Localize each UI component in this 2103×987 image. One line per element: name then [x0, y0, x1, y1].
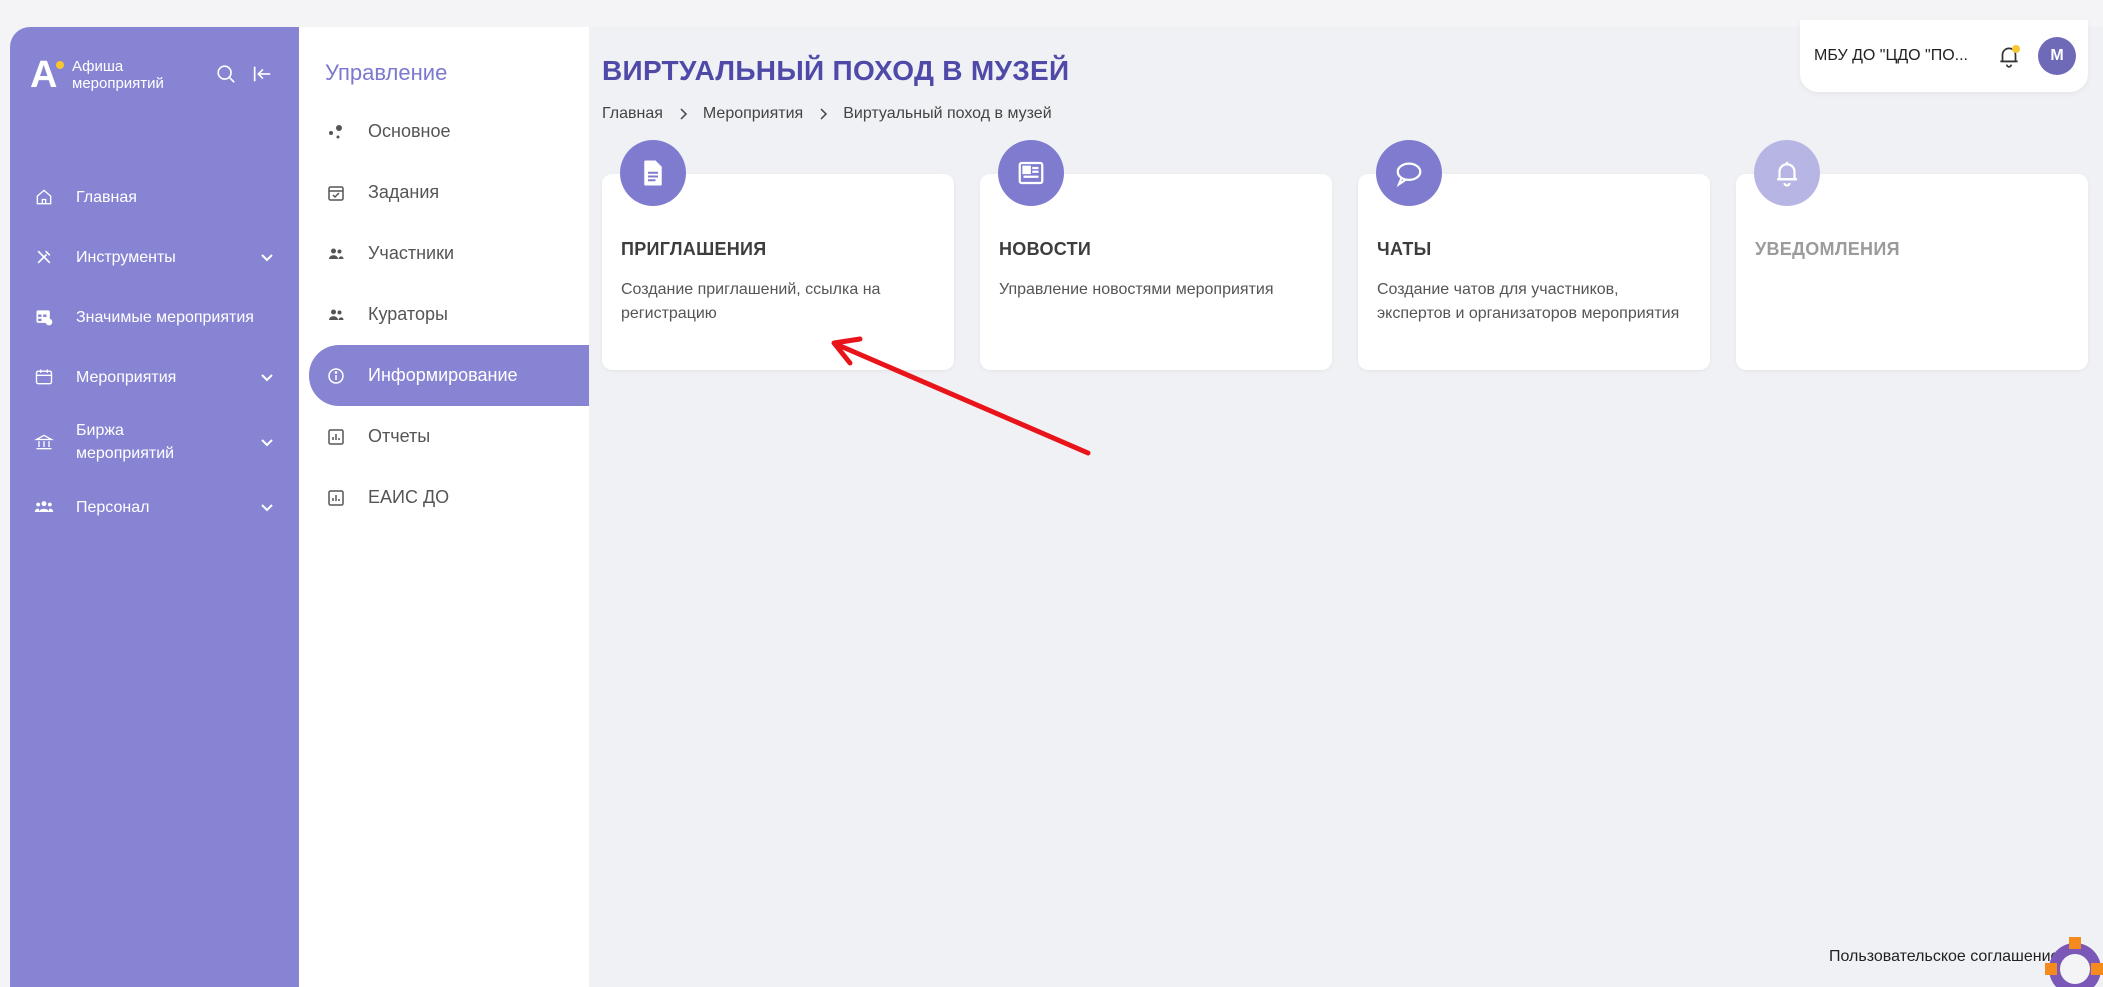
home-icon: [34, 187, 54, 207]
logo-text: Афиша мероприятий: [72, 58, 164, 92]
chart-icon: [327, 489, 345, 507]
breadcrumb-home[interactable]: Главная: [602, 105, 663, 123]
management-sidebar: Управление Основное Задания Участники Ку…: [299, 27, 590, 987]
subnav-title: Управление: [325, 60, 448, 85]
sidebar-item-tools[interactable]: Инструменты: [10, 227, 299, 287]
subnav-item-label: ЕАИС ДО: [368, 487, 450, 507]
search-icon[interactable]: [215, 63, 237, 85]
bell-icon: [1754, 140, 1820, 206]
main-content: ВИРТУАЛЬНЫЙ ПОХОД В МУЗЕЙ Главная Меропр…: [589, 27, 2103, 987]
subnav-item-tasks[interactable]: Задания: [309, 162, 589, 223]
subnav-item-label: Участники: [368, 243, 454, 263]
chart-icon: [327, 428, 345, 446]
chevron-down-icon: [261, 254, 273, 262]
sidebar-tools: [215, 63, 273, 85]
info-icon: [327, 367, 345, 385]
card-invitations[interactable]: ПРИГЛАШЕНИЯ Создание приглашений, ссылка…: [602, 140, 954, 370]
sidebar-item-label: Биржа мероприятий: [76, 422, 175, 462]
subnav-item-curators[interactable]: Кураторы: [309, 284, 589, 345]
subnav-item-label: Информирование: [368, 365, 518, 385]
notifications-bell[interactable]: [1996, 43, 2022, 69]
card-chats[interactable]: ЧАТЫ Создание чатов для участников, эксп…: [1358, 140, 1710, 370]
user-agreement-link[interactable]: Пользовательское соглашение: [1829, 948, 2059, 966]
chevron-right-icon: [820, 108, 828, 120]
page-title: ВИРТУАЛЬНЫЙ ПОХОД В МУЗЕЙ: [602, 55, 1070, 86]
card-title: ПРИГЛАШЕНИЯ: [621, 239, 767, 259]
sidebar-item-events[interactable]: Мероприятия: [10, 347, 299, 407]
bank-icon: [34, 432, 54, 452]
breadcrumb: Главная Мероприятия Виртуальный поход в …: [602, 105, 1052, 123]
subnav-item-main[interactable]: Основное: [309, 101, 589, 162]
sidebar-item-label: Значимые мероприятия: [76, 308, 254, 326]
sidebar-nav: Главная Инструменты Значимые мероприятия…: [10, 167, 299, 537]
sidebar-item-exchange[interactable]: Биржа мероприятий: [10, 407, 299, 477]
card-description: Создание приглашений, ссылка на регистра…: [621, 281, 881, 322]
dots-icon: [327, 123, 345, 141]
sidebar-item-label: Главная: [76, 188, 137, 206]
card-title: ЧАТЫ: [1377, 239, 1432, 259]
users-icon: [327, 306, 345, 324]
calendar-star-icon: [34, 307, 54, 327]
avatar[interactable]: М: [2038, 37, 2076, 75]
subnav-item-label: Основное: [368, 121, 451, 141]
collapse-sidebar-icon[interactable]: [251, 63, 273, 85]
people-icon: [34, 497, 54, 517]
card-title: УВЕДОМЛЕНИЯ: [1755, 239, 1900, 259]
help-widget-icon[interactable]: [2043, 935, 2103, 987]
chevron-down-icon: [261, 374, 273, 382]
sidebar-item-significant-events[interactable]: Значимые мероприятия: [10, 287, 299, 347]
document-icon: [620, 140, 686, 206]
newspaper-icon: [998, 140, 1064, 206]
main-sidebar: A Афиша мероприятий Главная Инструменты …: [10, 27, 299, 987]
subnav-item-label: Кураторы: [368, 304, 448, 324]
subnav-item-reports[interactable]: Отчеты: [309, 406, 589, 467]
subnav-list: Основное Задания Участники Кураторы Инфо…: [309, 101, 590, 528]
chat-icon: [1376, 140, 1442, 206]
subnav-item-participants[interactable]: Участники: [309, 223, 589, 284]
tools-icon: [34, 247, 54, 267]
user-panel: МБУ ДО "ЦДО "ПО... М: [1800, 20, 2088, 92]
card-description: Управление новостями мероприятия: [999, 281, 1274, 298]
sidebar-item-label: Инструменты: [76, 248, 176, 266]
sidebar-item-label: Мероприятия: [76, 368, 177, 386]
users-icon: [327, 245, 345, 263]
sidebar-item-staff[interactable]: Персонал: [10, 477, 299, 537]
card-title: НОВОСТИ: [999, 239, 1092, 259]
breadcrumb-events[interactable]: Мероприятия: [703, 105, 803, 123]
calendar-icon: [34, 367, 54, 387]
logo-icon: A: [30, 56, 66, 94]
subnav-item-eais[interactable]: ЕАИС ДО: [309, 467, 589, 528]
card-description: Создание чатов для участников, экспертов…: [1377, 281, 1680, 322]
breadcrumb-current: Виртуальный поход в музей: [843, 105, 1052, 122]
card-notifications[interactable]: УВЕДОМЛЕНИЯ: [1736, 140, 2088, 370]
subnav-item-informing[interactable]: Информирование: [309, 345, 590, 406]
organization-name[interactable]: МБУ ДО "ЦДО "ПО...: [1814, 47, 1986, 65]
chevron-down-icon: [261, 504, 273, 512]
chevron-down-icon: [261, 439, 273, 447]
calendar-check-icon: [327, 184, 345, 202]
card-news[interactable]: НОВОСТИ Управление новостями мероприятия: [980, 140, 1332, 370]
subnav-item-label: Задания: [368, 182, 440, 202]
sidebar-item-label: Персонал: [76, 498, 150, 516]
chevron-right-icon: [680, 108, 687, 120]
sidebar-item-home[interactable]: Главная: [10, 167, 299, 227]
app-root: A Афиша мероприятий Главная Инструменты …: [0, 0, 2103, 987]
logo[interactable]: A Афиша мероприятий: [30, 56, 192, 94]
notification-dot: [2012, 45, 2020, 53]
subnav-item-label: Отчеты: [368, 426, 431, 446]
